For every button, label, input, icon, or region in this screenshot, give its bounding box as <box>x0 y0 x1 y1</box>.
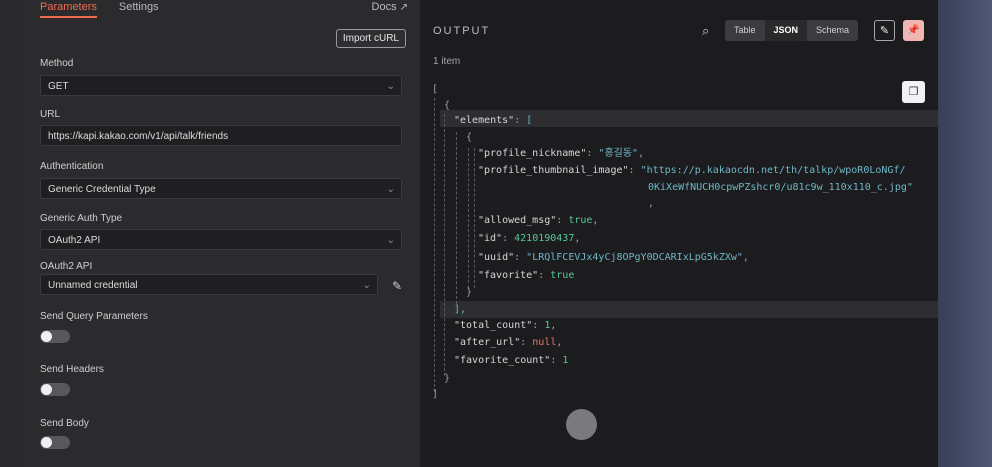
send-body-toggle[interactable] <box>40 436 70 449</box>
json-key: "profile_thumbnail_image" <box>478 165 629 176</box>
authentication-value: Generic Credential Type <box>48 184 156 195</box>
method-label: Method <box>40 58 74 69</box>
indent-guide <box>468 148 469 288</box>
json-key: "total_count" <box>454 320 533 331</box>
json-value: true <box>568 215 593 226</box>
url-input[interactable]: https://kapi.kakao.com/v1/api/talk/frien… <box>40 125 402 146</box>
highlight-row <box>440 301 938 318</box>
send-query-label: Send Query Parameters <box>40 311 148 322</box>
json-key: "allowed_msg" <box>478 215 557 226</box>
tab-parameters[interactable]: Parameters <box>40 0 97 18</box>
toggle-knob <box>41 437 52 448</box>
json-line-total: "total_count": 1, <box>454 320 557 331</box>
json-value: "https://p.kakaocdn.net/th/talkp/wpoR0Lo… <box>640 165 906 176</box>
chevron-down-icon: ⌄ <box>386 184 395 195</box>
output-panel: OUTPUT 1 item ⌕ Table JSON Schema ✎ 📌 ❐ … <box>420 0 938 467</box>
toggle-knob <box>41 384 52 395</box>
docs-label: Docs <box>371 1 397 13</box>
json-key: "profile_nickname" <box>478 148 587 159</box>
generic-auth-type-select[interactable]: OAuth2 API ⌄ <box>40 229 402 250</box>
indent-guide <box>434 98 435 392</box>
json-value: "홍길동" <box>598 148 639 159</box>
method-value: GET <box>48 81 69 92</box>
json-line-thumb: "profile_thumbnail_image": "https://p.ka… <box>478 165 906 176</box>
json-value: null <box>532 337 557 348</box>
json-open-brace: { <box>466 132 473 143</box>
json-key: "elements" <box>454 115 515 126</box>
json-viewer: [ { "elements": [ { "profile_nickname": … <box>420 0 938 467</box>
indent-guide <box>474 148 475 288</box>
json-line-after: "after_url": null, <box>454 337 563 348</box>
json-line-allowed: "allowed_msg": true, <box>478 215 599 226</box>
json-line-elements: "elements": [ <box>454 115 533 126</box>
chevron-down-icon: ⌄ <box>362 280 371 291</box>
send-headers-toggle[interactable] <box>40 383 70 396</box>
docs-link[interactable]: Docs ↗ <box>372 1 408 13</box>
json-key: "id" <box>478 233 503 244</box>
method-select[interactable]: GET ⌄ <box>40 75 402 96</box>
pencil-icon[interactable]: ✎ <box>392 279 402 293</box>
json-key: "after_url" <box>454 337 521 348</box>
json-close-bracket: ] <box>432 389 439 400</box>
json-key: "uuid" <box>478 252 515 263</box>
json-comma: , <box>648 198 655 209</box>
json-open-bracket: [ <box>432 84 439 95</box>
json-close-brace: } <box>444 373 451 384</box>
send-body-label: Send Body <box>40 418 89 429</box>
json-line-favcount: "favorite_count": 1 <box>454 355 569 366</box>
params-tabs: Parameters Settings <box>40 0 159 18</box>
authentication-label: Authentication <box>40 161 104 172</box>
toggle-knob <box>41 331 52 342</box>
json-line-favorite: "favorite": true <box>478 270 575 281</box>
indent-guide <box>444 114 445 376</box>
oauth2-api-label: OAuth2 API <box>40 261 93 272</box>
json-line-id: "id": 4210190437, <box>478 233 581 244</box>
chevron-down-icon: ⌄ <box>386 81 395 92</box>
background-edge <box>938 0 992 467</box>
generic-auth-type-value: OAuth2 API <box>48 235 101 246</box>
json-open-brace: { <box>444 100 451 111</box>
send-headers-label: Send Headers <box>40 364 104 375</box>
external-link-icon: ↗ <box>399 2 408 13</box>
left-gutter <box>0 0 24 467</box>
json-line-uuid: "uuid": "LRQlFCEVJx4yCj8OPgY0DCARIxLpG5k… <box>478 252 749 263</box>
mouse-cursor-indicator <box>566 409 597 440</box>
url-label: URL <box>40 109 61 120</box>
oauth2-credential-select[interactable]: Unnamed credential ⌄ <box>40 274 378 295</box>
json-key: "favorite" <box>478 270 539 281</box>
parameters-panel: Parameters Settings Docs ↗ Import cURL Me… <box>24 0 421 467</box>
tab-settings[interactable]: Settings <box>119 0 159 18</box>
generic-auth-type-label: Generic Auth Type <box>40 213 123 224</box>
json-value: "LRQlFCEVJx4yCj8OPgY0DCARIxLpG5kZXw" <box>526 252 743 263</box>
indent-guide <box>456 132 457 304</box>
json-value: true <box>550 270 575 281</box>
json-close-bracket: ], <box>454 304 467 315</box>
json-value-cont: 0KiXeWfNUCH0cpwPZshcr0/u81c9w_110x110_c.… <box>648 182 913 193</box>
json-value: 4210190437 <box>514 233 575 244</box>
url-value: https://kapi.kakao.com/v1/api/talk/frien… <box>48 131 229 142</box>
send-query-toggle[interactable] <box>40 330 70 343</box>
json-value: 1 <box>562 355 569 366</box>
chevron-down-icon: ⌄ <box>386 235 395 246</box>
import-curl-button[interactable]: Import cURL <box>335 29 406 48</box>
json-line-nickname: "profile_nickname": "홍길동", <box>478 148 645 159</box>
json-key: "favorite_count" <box>454 355 551 366</box>
oauth2-credential-value: Unnamed credential <box>48 280 138 291</box>
json-close-brace: } <box>466 287 473 298</box>
authentication-select[interactable]: Generic Credential Type ⌄ <box>40 178 402 199</box>
